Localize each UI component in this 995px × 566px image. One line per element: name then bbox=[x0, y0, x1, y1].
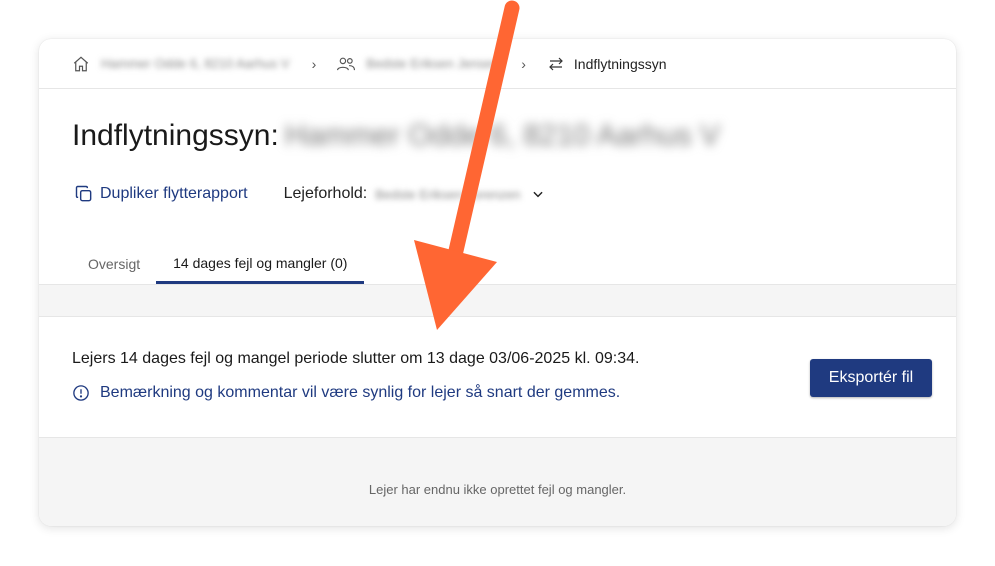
export-file-button[interactable]: Eksportér fil bbox=[810, 359, 932, 397]
inspection-card: Hammer Odde 6, 8210 Aarhus V › Bedste Er… bbox=[39, 39, 956, 526]
breadcrumb-current: Indflytningssyn bbox=[573, 55, 667, 72]
tab-defects[interactable]: 14 dages fejl og mangler (0) bbox=[156, 244, 365, 284]
tab-bar: Oversigt 14 dages fejl og mangler (0) bbox=[39, 244, 956, 284]
page-title-address: Hammer Odde 6, 8210 Aarhus V bbox=[284, 119, 721, 152]
visibility-notice-text: Bemærkning og kommentar vil være synlig … bbox=[100, 384, 621, 401]
tab-overview[interactable]: Oversigt bbox=[72, 244, 156, 284]
info-circle-icon bbox=[73, 385, 89, 401]
chevron-down-icon[interactable] bbox=[531, 187, 545, 201]
page-title-prefix: Indflytningssyn: bbox=[72, 119, 279, 152]
chevron-right-icon: › bbox=[521, 55, 526, 72]
duplicate-report-button[interactable]: Dupliker flytterapport bbox=[74, 184, 248, 204]
section-divider bbox=[39, 284, 956, 317]
lease-label: Lejeforhold: bbox=[283, 185, 368, 202]
lease-selector[interactable]: Lejeforhold: Bedste Eriksen Lorenzen bbox=[284, 185, 545, 203]
swap-arrows-icon bbox=[546, 54, 566, 74]
period-info-text: Lejers 14 dages fejl og mangel periode s… bbox=[72, 350, 640, 367]
visibility-notice: Bemærkning og kommentar vil være synlig … bbox=[72, 384, 620, 402]
action-row: Dupliker flytterapport Lejeforhold: Beds… bbox=[74, 184, 545, 204]
breadcrumb: Hammer Odde 6, 8210 Aarhus V › Bedste Er… bbox=[39, 39, 956, 89]
breadcrumb-item-tenant[interactable]: Bedste Eriksen Jensen bbox=[366, 56, 499, 71]
duplicate-report-label: Dupliker flytterapport bbox=[100, 185, 248, 202]
empty-state-text: Lejer har endnu ikke oprettet fejl og ma… bbox=[368, 482, 627, 497]
lease-value: Bedste Eriksen Lorenzen bbox=[375, 186, 521, 202]
breadcrumb-item-address[interactable]: Hammer Odde 6, 8210 Aarhus V bbox=[101, 56, 290, 71]
users-icon bbox=[336, 54, 356, 74]
copy-icon bbox=[75, 185, 92, 202]
page-title: Indflytningssyn: Hammer Odde 6, 8210 Aarh… bbox=[72, 119, 720, 153]
chevron-right-icon: › bbox=[311, 55, 317, 72]
home-icon[interactable] bbox=[71, 54, 91, 74]
